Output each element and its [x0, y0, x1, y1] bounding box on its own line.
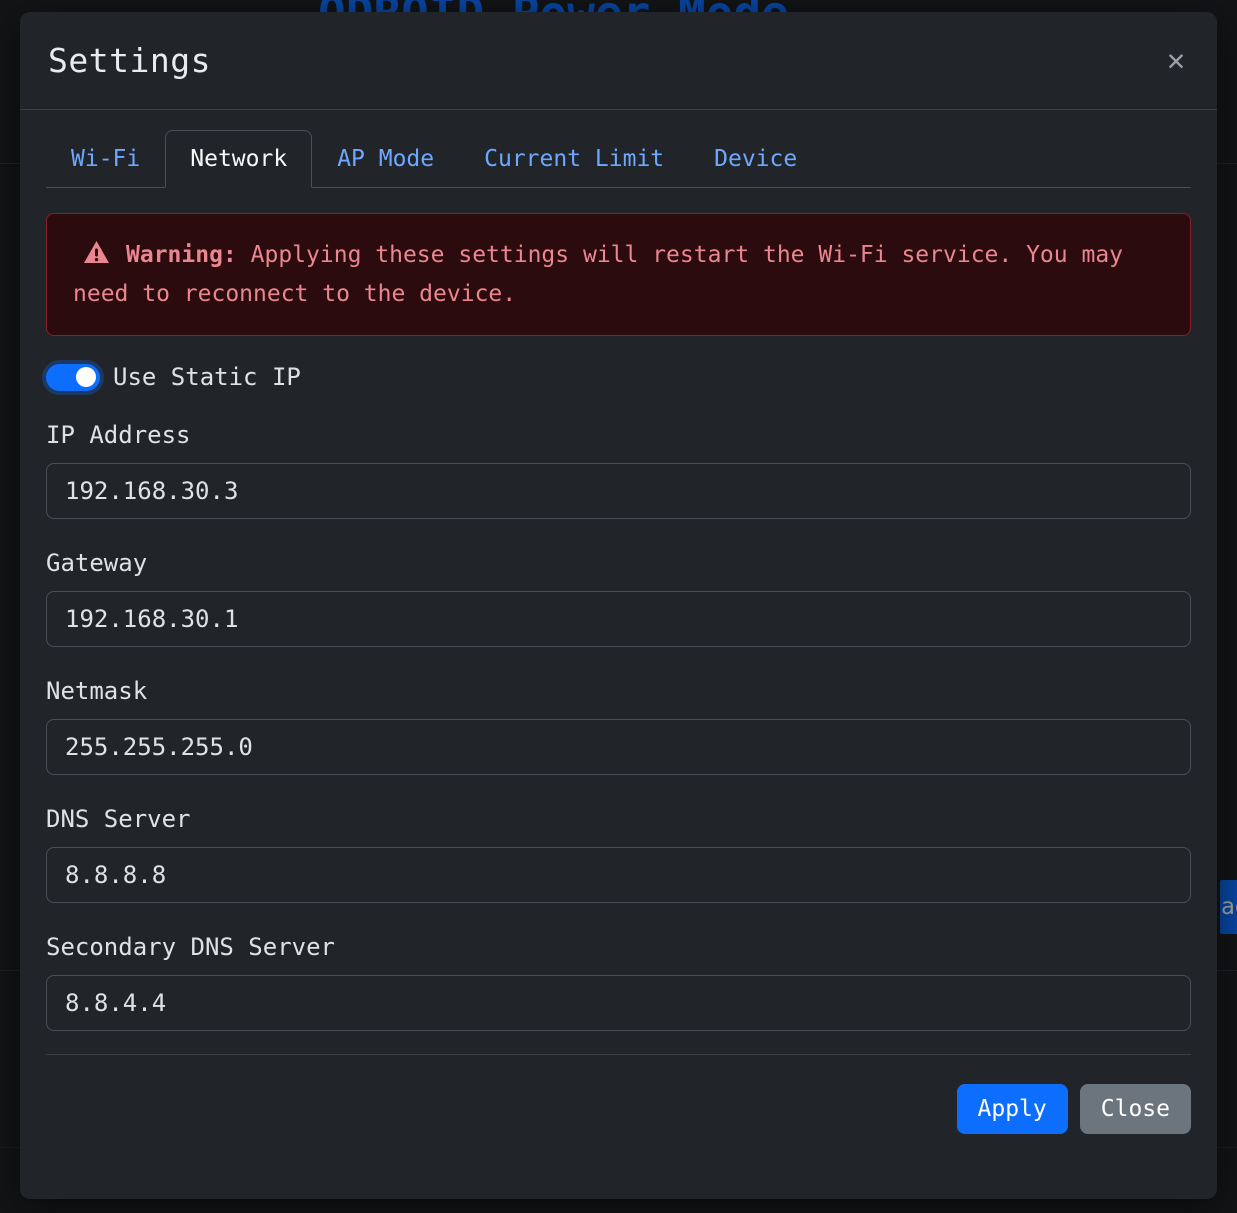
- netmask-field-group: Netmask: [46, 677, 1191, 775]
- gateway-label: Gateway: [46, 549, 1191, 577]
- apply-button[interactable]: Apply: [957, 1084, 1068, 1134]
- use-static-ip-toggle[interactable]: [46, 364, 100, 391]
- toggle-knob: [76, 367, 96, 387]
- warning-icon: [83, 240, 110, 276]
- settings-modal: Settings ✕ Wi-Fi Network AP Mode Current…: [20, 12, 1217, 1199]
- tab-network[interactable]: Network: [165, 130, 312, 188]
- gateway-input[interactable]: [46, 591, 1191, 647]
- dns-server-input[interactable]: [46, 847, 1191, 903]
- netmask-input[interactable]: [46, 719, 1191, 775]
- tab-ap-mode[interactable]: AP Mode: [312, 130, 459, 188]
- secondary-dns-server-label: Secondary DNS Server: [46, 933, 1191, 961]
- tab-device[interactable]: Device: [689, 130, 822, 188]
- modal-title: Settings: [48, 41, 211, 80]
- dns-server-field-group: DNS Server: [46, 805, 1191, 903]
- gateway-field-group: Gateway: [46, 549, 1191, 647]
- secondary-dns-server-field-group: Secondary DNS Server: [46, 933, 1191, 1031]
- modal-footer: Apply Close: [46, 1055, 1191, 1163]
- tab-current-limit[interactable]: Current Limit: [459, 130, 689, 188]
- ip-address-label: IP Address: [46, 421, 1191, 449]
- ip-address-input[interactable]: [46, 463, 1191, 519]
- close-icon[interactable]: ✕: [1163, 42, 1189, 80]
- secondary-dns-server-input[interactable]: [46, 975, 1191, 1031]
- tab-wifi[interactable]: Wi-Fi: [46, 130, 165, 188]
- modal-header: Settings ✕: [20, 12, 1217, 110]
- modal-body: Wi-Fi Network AP Mode Current Limit Devi…: [20, 110, 1217, 1163]
- static-ip-row: Use Static IP: [46, 363, 1191, 391]
- use-static-ip-label: Use Static IP: [113, 363, 301, 391]
- ip-address-field-group: IP Address: [46, 421, 1191, 519]
- warning-banner: Warning: Applying these settings will re…: [46, 213, 1191, 336]
- warning-title: Warning:: [126, 242, 237, 268]
- dns-server-label: DNS Server: [46, 805, 1191, 833]
- close-button[interactable]: Close: [1080, 1084, 1191, 1134]
- tab-bar: Wi-Fi Network AP Mode Current Limit Devi…: [46, 130, 1191, 188]
- netmask-label: Netmask: [46, 677, 1191, 705]
